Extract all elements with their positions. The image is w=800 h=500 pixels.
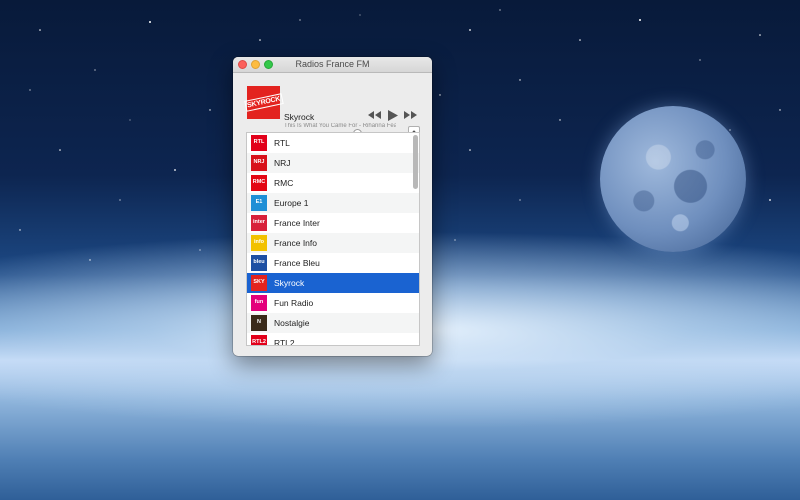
now-playing-station: Skyrock — [284, 112, 315, 122]
station-row[interactable]: info France Info — [247, 233, 419, 253]
title-bar[interactable]: Radios France FM — [233, 57, 432, 73]
playback-controls — [367, 109, 418, 121]
station-logo-icon: E1 — [251, 195, 267, 211]
station-name: France Info — [274, 238, 317, 248]
station-name: RMC — [274, 178, 294, 188]
artwork-logo-text: SKYROCK — [243, 93, 284, 112]
station-name: NRJ — [274, 158, 291, 168]
station-logo-icon: NRJ — [251, 155, 267, 171]
station-row[interactable]: bleu France Bleu — [247, 253, 419, 273]
now-playing-track: This Is What You Came For - Rihanna Feat… — [284, 123, 396, 129]
station-name: Nostalgie — [274, 318, 310, 328]
station-row[interactable]: RTL RTL — [247, 133, 419, 153]
station-row[interactable]: E1 Europe 1 — [247, 193, 419, 213]
station-name: Europe 1 — [274, 198, 309, 208]
station-logo-icon: inter — [251, 215, 267, 231]
station-row[interactable]: RTL2 RTL2 — [247, 333, 419, 346]
station-name: Skyrock — [274, 278, 305, 288]
station-logo-icon: info — [251, 235, 267, 251]
station-row[interactable]: inter France Inter — [247, 213, 419, 233]
station-logo-icon: RTL — [251, 135, 267, 151]
station-rows: RTL RTL NRJ NRJ RMC RMC E1 Europe 1 inter France … — [247, 133, 419, 346]
station-name: Fun Radio — [274, 298, 314, 308]
scrollbar-thumb[interactable] — [413, 135, 418, 189]
play-icon[interactable] — [385, 109, 400, 121]
fast-forward-icon[interactable] — [403, 109, 418, 121]
moon-image — [600, 106, 746, 252]
station-row[interactable]: N Nostalgie — [247, 313, 419, 333]
station-name: France Bleu — [274, 258, 320, 268]
station-row[interactable]: NRJ NRJ — [247, 153, 419, 173]
station-name: RTL2 — [274, 338, 295, 346]
scrollbar[interactable] — [413, 135, 418, 345]
rewind-icon[interactable] — [367, 109, 382, 121]
station-logo-icon: RMC — [251, 175, 267, 191]
station-logo-icon: SKY — [251, 275, 267, 291]
station-logo-icon: N — [251, 315, 267, 331]
station-logo-icon: bleu — [251, 255, 267, 271]
station-logo-icon: RTL2 — [251, 335, 267, 345]
station-row[interactable]: RMC RMC — [247, 173, 419, 193]
app-window: Radios France FM SKYROCK Skyrock This Is… — [233, 57, 432, 356]
station-artwork: SKYROCK — [243, 86, 284, 119]
station-name: France Inter — [274, 218, 320, 228]
station-row[interactable]: SKY Skyrock — [247, 273, 419, 293]
station-logo-icon: fun — [251, 295, 267, 311]
window-title: Radios France FM — [295, 59, 370, 69]
station-name: RTL — [274, 138, 290, 148]
now-playing-panel: SKYROCK Skyrock This Is What You Came Fo… — [233, 73, 432, 140]
station-row[interactable]: fun Fun Radio — [247, 293, 419, 313]
station-list: RTL RTL NRJ NRJ RMC RMC E1 Europe 1 inter France … — [246, 132, 420, 346]
